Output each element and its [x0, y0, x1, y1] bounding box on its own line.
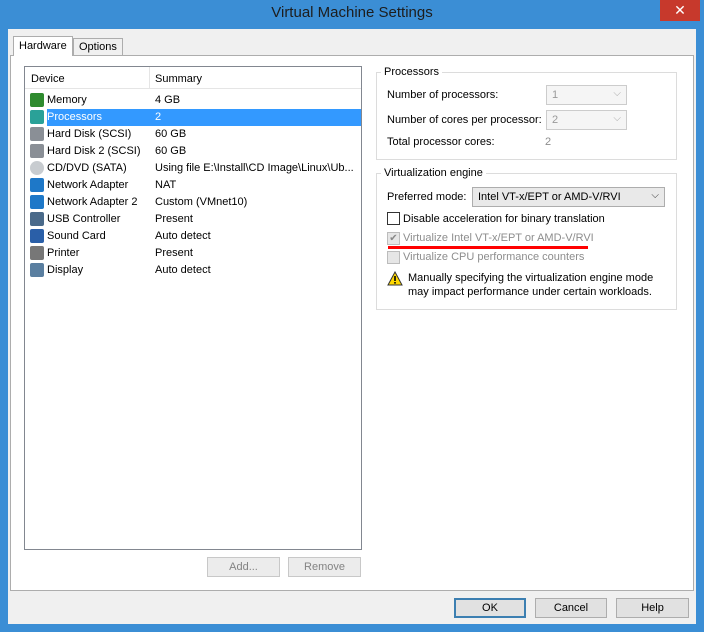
- network-icon: [30, 195, 44, 209]
- list-header: Device Summary: [25, 67, 361, 89]
- warning-line-1: Manually specifying the virtualization e…: [408, 272, 654, 284]
- device-row[interactable]: Memory 4 GB: [29, 92, 361, 109]
- remove-button[interactable]: Remove: [288, 557, 361, 577]
- chevron-down-icon: ⌵: [613, 113, 621, 124]
- device-summary: Present: [155, 247, 193, 259]
- total-cores-value: 2: [545, 136, 552, 148]
- hard-disk-icon: [30, 144, 44, 158]
- device-summary: NAT: [155, 179, 177, 191]
- warning-icon: [387, 271, 403, 286]
- device-summary: 4 GB: [155, 94, 181, 106]
- memory-icon: [30, 93, 44, 107]
- num-processors-label: Number of processors:: [387, 89, 499, 101]
- display-icon: [30, 263, 44, 277]
- cancel-button[interactable]: Cancel: [535, 598, 607, 618]
- processors-legend: Processors: [384, 66, 440, 78]
- network-icon: [30, 178, 44, 192]
- device-name: Sound Card: [47, 230, 106, 242]
- device-name: CD/DVD (SATA): [47, 162, 127, 174]
- device-summary: Present: [155, 213, 193, 225]
- cores-label: Number of cores per processor:: [387, 114, 542, 126]
- device-row[interactable]: Processors 2: [29, 109, 361, 126]
- cores-value: 2: [552, 114, 559, 126]
- device-row[interactable]: USB Controller Present: [29, 211, 361, 228]
- device-summary: Auto detect: [155, 230, 211, 242]
- help-button[interactable]: Help: [616, 598, 689, 618]
- virtualize-vtx-label: Virtualize Intel VT-x/EPT or AMD-V/RVI: [403, 232, 594, 244]
- device-row[interactable]: Printer Present: [29, 245, 361, 262]
- warning-line-2: may impact performance under certain wor…: [408, 286, 652, 298]
- device-name: Printer: [47, 247, 80, 259]
- device-name: USB Controller: [47, 213, 121, 225]
- device-row[interactable]: Network Adapter 2 Custom (VMnet10): [29, 194, 361, 211]
- device-summary: 2: [155, 111, 162, 123]
- cd-dvd-icon: [30, 161, 44, 175]
- total-cores-label: Total processor cores:: [387, 136, 495, 148]
- preferred-mode-select[interactable]: Intel VT-x/EPT or AMD-V/RVI ⌵: [472, 187, 665, 207]
- disable-accel-checkbox[interactable]: [387, 212, 400, 225]
- processor-icon: [30, 110, 44, 124]
- device-name: Hard Disk 2 (SCSI): [47, 145, 141, 157]
- device-name: Memory: [47, 94, 87, 106]
- tab-hardware[interactable]: Hardware: [13, 36, 73, 56]
- device-summary: 60 GB: [155, 145, 187, 157]
- num-processors-value: 1: [552, 89, 559, 101]
- device-list[interactable]: Device Summary Memory 4 GB Processors 2 Hard…: [24, 66, 362, 550]
- close-button[interactable]: ✕: [660, 0, 700, 21]
- column-summary[interactable]: Summary: [155, 73, 202, 85]
- preferred-mode-value: Intel VT-x/EPT or AMD-V/RVI: [478, 191, 621, 203]
- sound-icon: [30, 229, 44, 243]
- printer-icon: [30, 246, 44, 260]
- red-underline-annotation: [388, 246, 588, 249]
- chevron-down-icon: ⌵: [651, 190, 659, 201]
- virtualize-cpu-checkbox[interactable]: [387, 251, 400, 264]
- device-summary: 60 GB: [155, 128, 187, 140]
- virtualize-vtx-checkbox[interactable]: ✔: [387, 232, 400, 245]
- ok-button[interactable]: OK: [454, 598, 526, 618]
- device-name: Processors: [47, 111, 103, 123]
- preferred-mode-label: Preferred mode:: [387, 191, 467, 203]
- chevron-down-icon: ⌵: [613, 88, 621, 99]
- device-row[interactable]: Hard Disk 2 (SCSI) 60 GB: [29, 143, 361, 160]
- device-name: Network Adapter 2: [47, 196, 138, 208]
- num-processors-select[interactable]: 1 ⌵: [546, 85, 627, 105]
- device-summary: Auto detect: [155, 264, 211, 276]
- window-title: Virtual Machine Settings: [271, 4, 433, 21]
- device-name: Display: [47, 264, 84, 276]
- device-name: Network Adapter: [47, 179, 129, 191]
- hard-disk-icon: [30, 127, 44, 141]
- disable-accel-label: Disable acceleration for binary translat…: [403, 213, 605, 225]
- tab-options[interactable]: Options: [73, 38, 123, 56]
- cores-select[interactable]: 2 ⌵: [546, 110, 627, 130]
- add-button[interactable]: Add...: [207, 557, 280, 577]
- device-row[interactable]: Display Auto detect: [29, 262, 361, 279]
- device-row[interactable]: Hard Disk (SCSI) 60 GB: [29, 126, 361, 143]
- virtualize-cpu-label: Virtualize CPU performance counters: [403, 251, 585, 263]
- device-row[interactable]: CD/DVD (SATA) Using file E:\Install\CD Im…: [29, 160, 361, 177]
- usb-icon: [30, 212, 44, 226]
- device-name: Hard Disk (SCSI): [47, 128, 132, 140]
- device-summary: Custom (VMnet10): [155, 196, 248, 208]
- device-row[interactable]: Sound Card Auto detect: [29, 228, 361, 245]
- virtualization-legend: Virtualization engine: [384, 167, 483, 179]
- device-summary: Using file E:\Install\CD Image\Linux\Ub.…: [155, 162, 354, 174]
- device-row[interactable]: Network Adapter NAT: [29, 177, 361, 194]
- column-device[interactable]: Device: [31, 73, 65, 85]
